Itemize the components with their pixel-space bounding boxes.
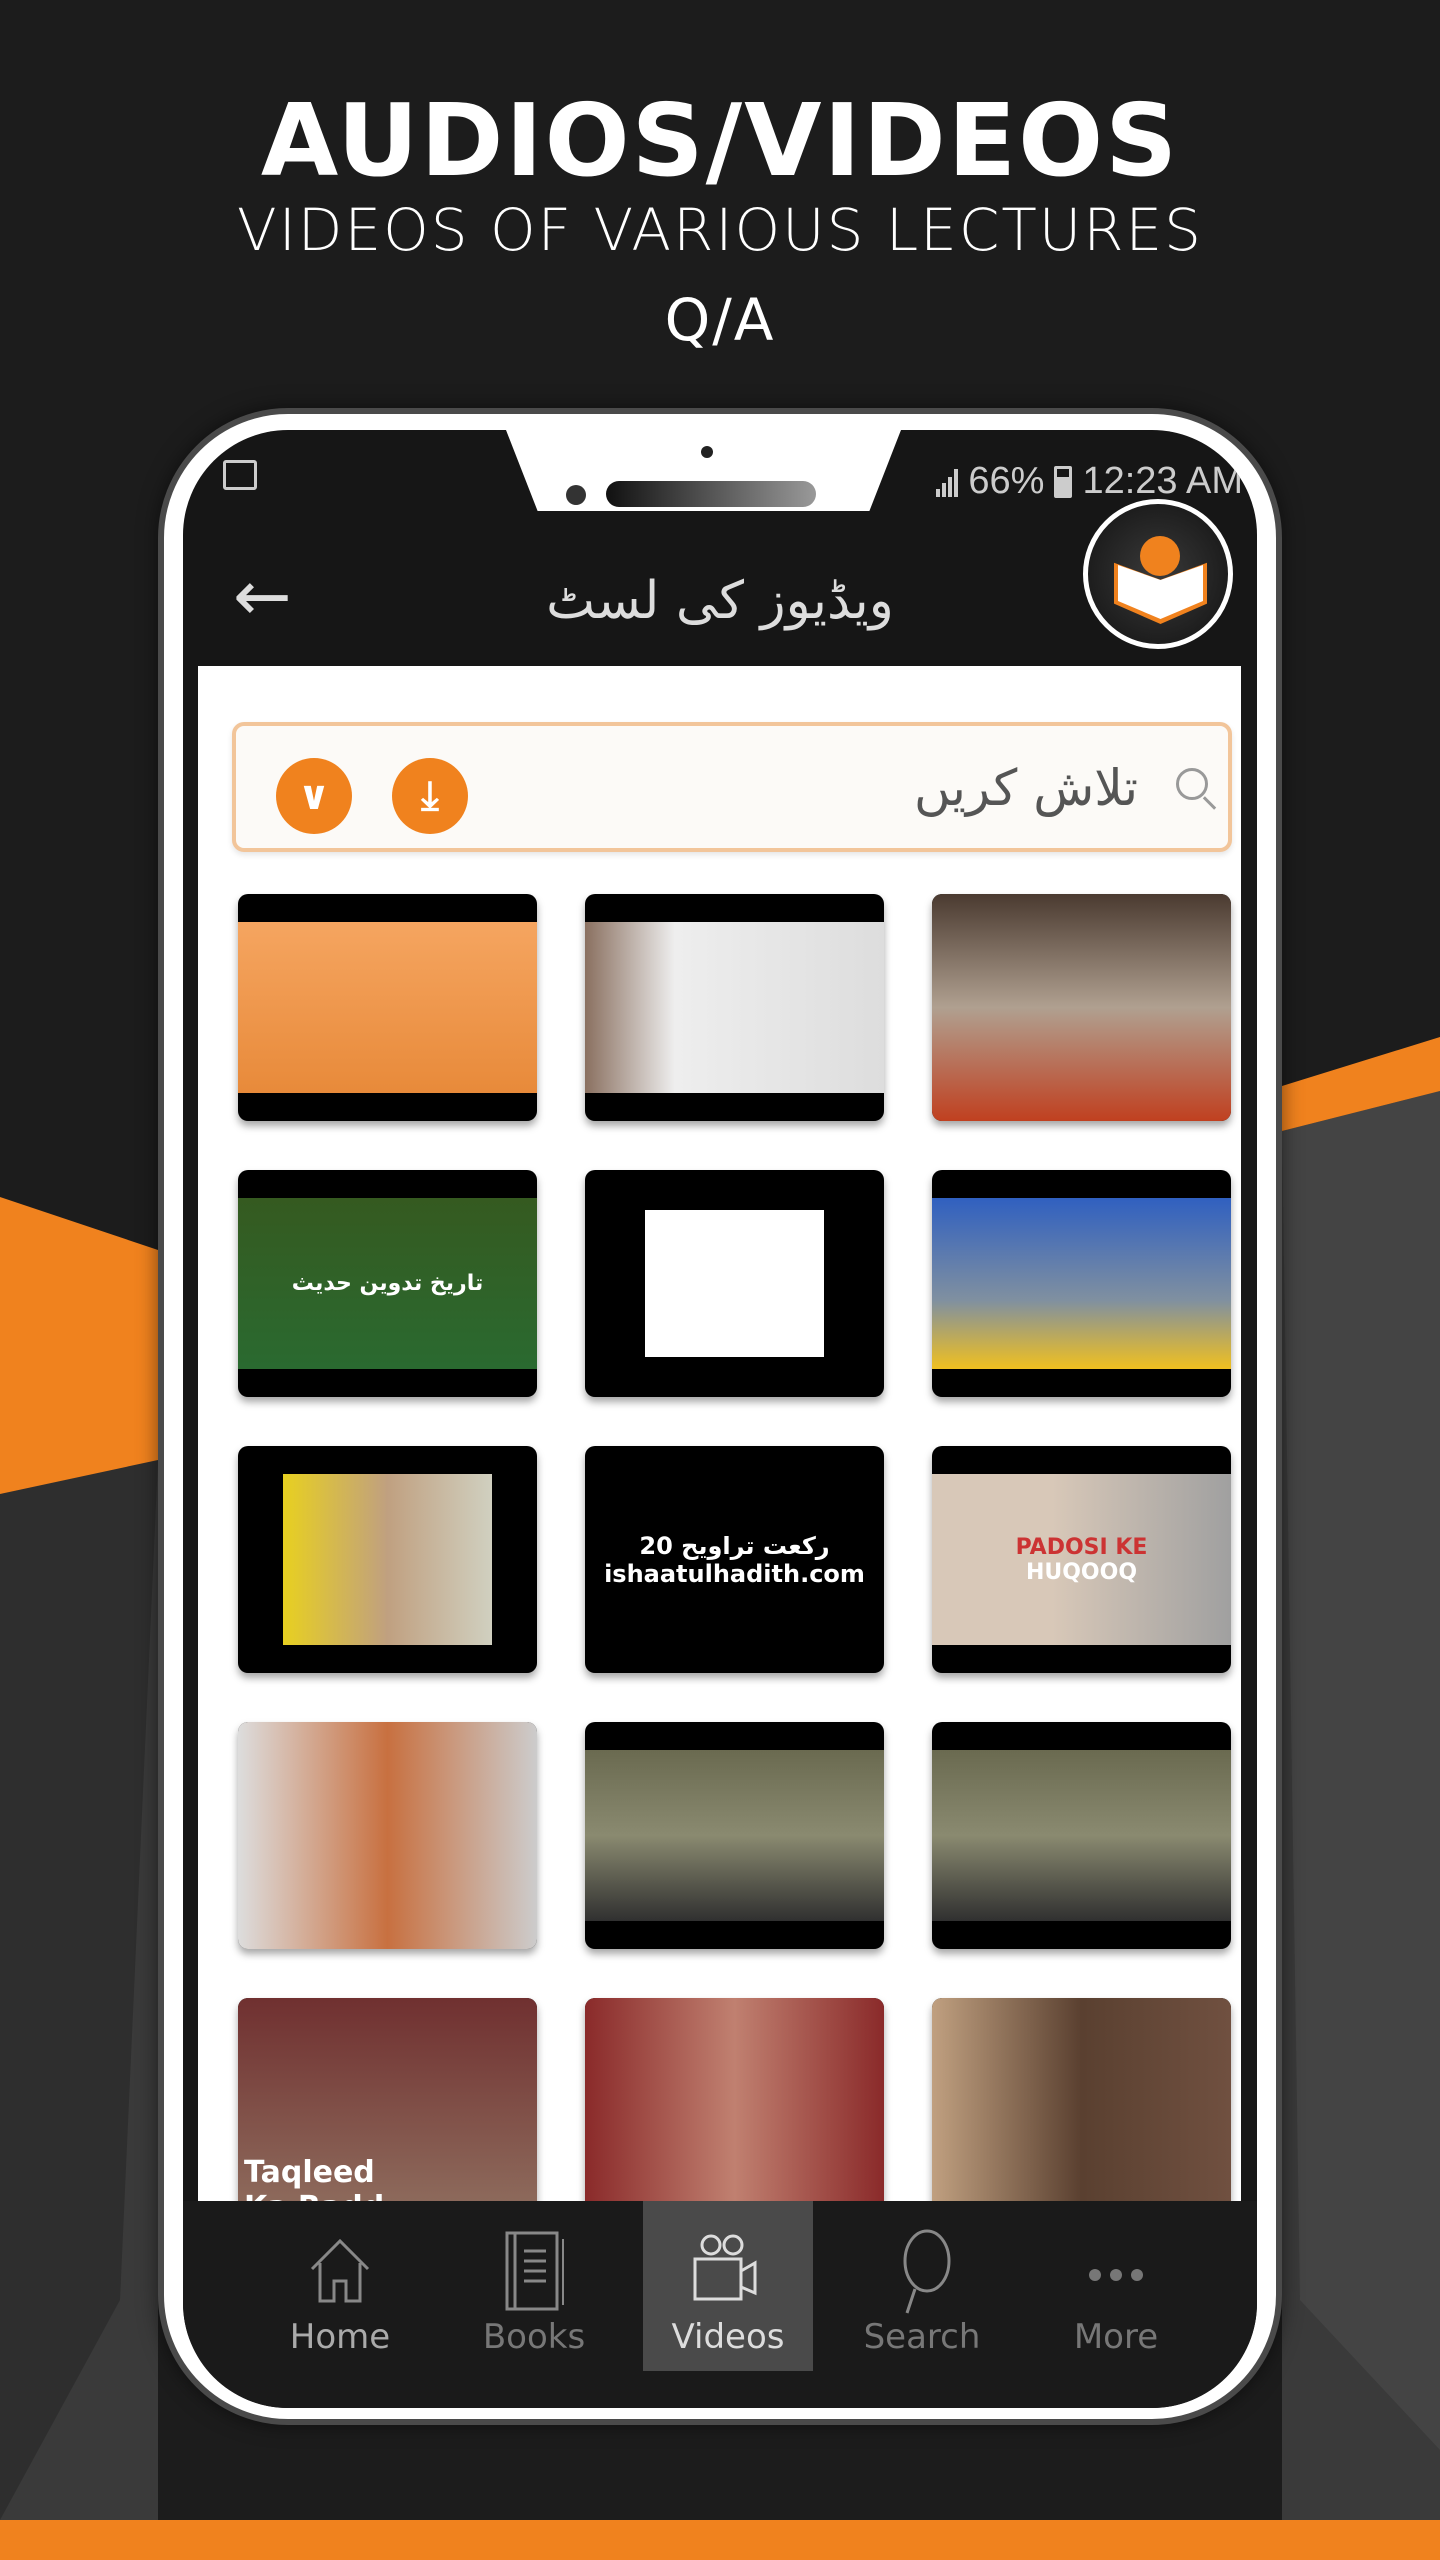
video-thumbnail[interactable]: PADOSI KE HUQOOQ [932, 1446, 1231, 1673]
thumbnail-image [238, 1722, 537, 1949]
app-bar: ← ویڈیوز کی لسٹ [183, 499, 1257, 681]
thumbnail-image [238, 922, 537, 1093]
video-thumbnail[interactable] [585, 1170, 884, 1397]
video-thumbnail[interactable] [238, 894, 537, 1121]
thumbnail-image: TaqleedKa Radd [238, 1998, 537, 2201]
phone-screen: 66% 12:23 AM ← ویڈیوز کی لسٹ ∨ ⤓ تلاش کر… [183, 430, 1257, 2408]
thumbnail-image [283, 1474, 492, 1645]
nav-label: Books [482, 2317, 586, 2357]
thumbnail-image [585, 922, 884, 1093]
video-thumbnail[interactable] [932, 1722, 1231, 1949]
video-grid: تاریخ تدوین حدیث 20 رکعت تراویح ishaatulha… [238, 894, 1238, 2201]
search-icon [887, 2229, 957, 2323]
thumbnail-image: 20 رکعت تراویح ishaatulhadith.com [585, 1474, 884, 1645]
nav-home[interactable]: Home [243, 2201, 437, 2371]
thumbnail-image [932, 1998, 1231, 2201]
video-thumbnail[interactable] [238, 1722, 537, 1949]
dropdown-button[interactable]: ∨ [276, 758, 352, 834]
thumbnail-image [645, 1210, 824, 1357]
video-thumbnail[interactable] [238, 1446, 537, 1673]
search-icon[interactable] [1176, 768, 1208, 800]
video-thumbnail[interactable] [585, 894, 884, 1121]
nav-label: Search [863, 2317, 981, 2357]
video-thumbnail[interactable] [932, 894, 1231, 1121]
app-logo [1083, 499, 1233, 649]
phone-frame: 66% 12:23 AM ← ویڈیوز کی لسٹ ∨ ⤓ تلاش کر… [158, 408, 1282, 2425]
thumbnail-image: تاریخ تدوین حدیث [238, 1198, 537, 1369]
thumbnail-caption: HUQOOQ [1025, 1559, 1138, 1585]
nav-videos[interactable]: Videos [643, 2201, 813, 2371]
gallery-notification-icon [223, 460, 257, 490]
signal-icon [936, 467, 959, 497]
sun-icon [1140, 536, 1180, 576]
thumbnail-caption: 20 رکعت تراویح [639, 1531, 830, 1560]
battery-percent: 66% [968, 460, 1045, 502]
battery-icon [1054, 465, 1073, 498]
nav-more[interactable]: More [1019, 2201, 1213, 2371]
nav-search[interactable]: Search [825, 2201, 1019, 2371]
video-thumbnail[interactable] [932, 1998, 1231, 2201]
clock: 12:23 AM [1082, 460, 1243, 502]
camera [566, 485, 586, 505]
nav-books[interactable]: Books [437, 2201, 631, 2371]
search-bar: ∨ ⤓ [232, 722, 1232, 852]
book-icon [499, 2229, 569, 2323]
thumbnail-caption: Ka Radd [244, 2190, 384, 2201]
video-thumbnail[interactable]: 20 رکعت تراویح ishaatulhadith.com [585, 1446, 884, 1673]
promo-subtitle: VIDEOS OF VARIOUS LECTURES [237, 196, 1203, 264]
thumbnail-image [932, 1198, 1231, 1369]
status-bar: 66% 12:23 AM [936, 460, 1243, 503]
promo-qa: Q/A [664, 286, 776, 354]
thumbnail-image [932, 1750, 1231, 1921]
search-input[interactable] [538, 748, 1138, 828]
bottom-navigation: Home Books Videos Search More [183, 2201, 1257, 2408]
thumbnail-caption: Taqleed [244, 2155, 375, 2190]
chevron-down-icon: ∨ [297, 773, 331, 819]
notch [506, 430, 901, 511]
thumbnail-image: PADOSI KE HUQOOQ [932, 1474, 1231, 1645]
thumbnail-caption: PADOSI KE [1015, 1534, 1148, 1560]
thumbnail-image [932, 894, 1231, 1121]
thumbnail-image [585, 1998, 884, 2201]
nav-label: Videos [671, 2317, 785, 2357]
video-thumbnail[interactable] [932, 1170, 1231, 1397]
speaker [606, 481, 816, 507]
more-dots-icon [1081, 2229, 1151, 2318]
video-thumbnail[interactable] [585, 1722, 884, 1949]
thumbnail-caption: ishaatulhadith.com [604, 1559, 865, 1588]
download-button[interactable]: ⤓ [392, 758, 468, 834]
content-area: ∨ ⤓ تاریخ تدوین حدیث 20 رکعت تراویحishaat… [198, 666, 1241, 2201]
thumbnail-image [585, 1750, 884, 1921]
video-thumbnail[interactable]: تاریخ تدوین حدیث [238, 1170, 537, 1397]
video-thumbnail[interactable] [585, 1998, 884, 2201]
nav-label: Home [289, 2317, 391, 2357]
promo-title: AUDIOS/VIDEOS [260, 82, 1180, 199]
video-thumbnail[interactable]: TaqleedKa Radd [238, 1998, 537, 2201]
nav-label: More [1073, 2317, 1159, 2357]
download-icon: ⤓ [421, 773, 439, 819]
home-icon [300, 2229, 380, 2318]
thumbnail-caption: تاریخ تدوین حدیث [291, 1271, 484, 1296]
bottom-accent-bar [0, 2520, 1440, 2560]
video-camera-icon [683, 2229, 773, 2318]
